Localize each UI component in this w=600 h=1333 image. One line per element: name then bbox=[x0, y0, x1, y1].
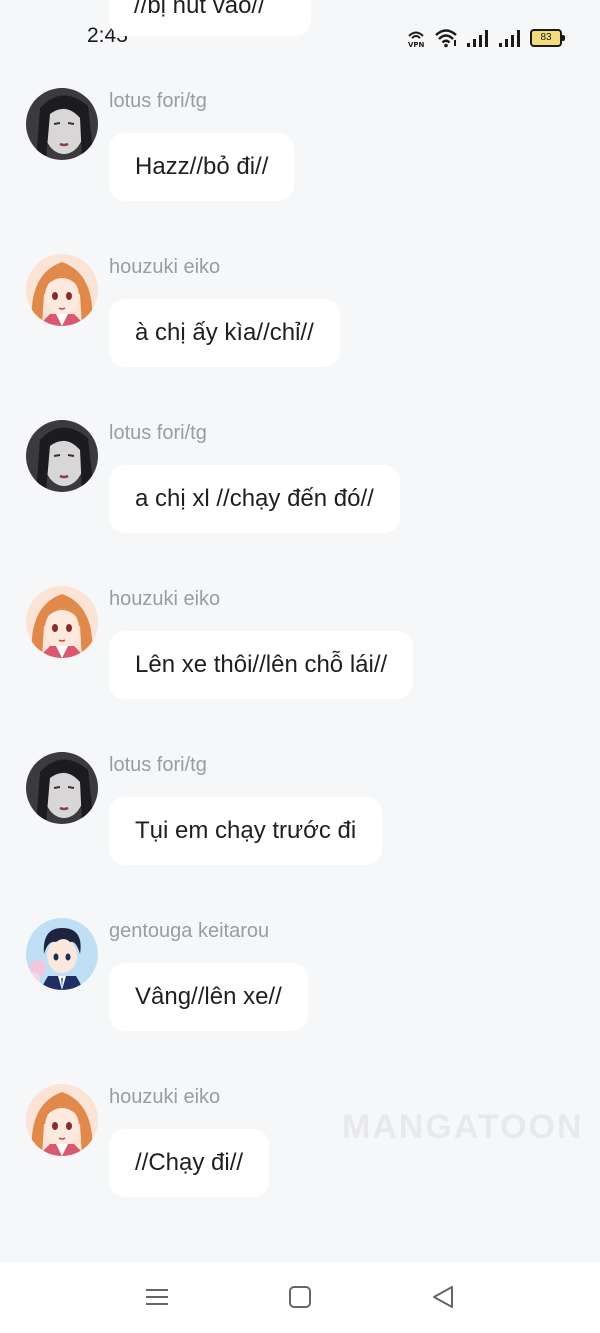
message-bubble[interactable]: Tụi em chạy trước đi bbox=[109, 797, 383, 865]
message-bubble[interactable]: a chị xl //chạy đến đó// bbox=[109, 465, 400, 533]
watermark-logo: MANGATOON bbox=[342, 1108, 584, 1146]
battery-level: 83 bbox=[540, 32, 552, 43]
message-text: //bị hút vào// bbox=[134, 0, 265, 19]
sender-name: gentouga keitarou bbox=[109, 920, 270, 942]
chat-message: gentouga keitarou Vâng//lên xe// bbox=[0, 918, 600, 1068]
message-bubble-partial[interactable]: //bị hút vào// bbox=[109, 0, 311, 36]
navigation-bar bbox=[0, 1262, 600, 1333]
chat-message: lotus fori/tg Hazz//bỏ đi// bbox=[0, 88, 600, 238]
chat-message: houzuki eiko Lên xe thôi//lên chỗ lái// bbox=[0, 586, 600, 736]
message-bubble[interactable]: //Chạy đi// bbox=[109, 1129, 270, 1197]
dark-hair-girl-avatar bbox=[26, 752, 98, 824]
message-bubble[interactable]: Vâng//lên xe// bbox=[109, 963, 308, 1031]
menu-icon[interactable] bbox=[142, 1282, 172, 1312]
sender-name: lotus fori/tg bbox=[109, 90, 207, 112]
message-bubble[interactable]: Hazz//bỏ đi// bbox=[109, 133, 295, 201]
chat-message: lotus fori/tg Tụi em chạy trước đi bbox=[0, 752, 600, 902]
svg-text:VPN: VPN bbox=[408, 41, 425, 48]
signal-icon bbox=[498, 28, 522, 48]
status-icons: VPN 83 bbox=[406, 26, 565, 50]
avatar[interactable] bbox=[26, 88, 98, 160]
sender-name: lotus fori/tg bbox=[109, 422, 207, 444]
orange-hair-girl-avatar bbox=[26, 254, 98, 326]
avatar[interactable] bbox=[26, 1084, 98, 1156]
vpn-icon: VPN bbox=[406, 28, 426, 48]
home-icon[interactable] bbox=[285, 1282, 315, 1312]
sender-name: houzuki eiko bbox=[109, 1086, 221, 1108]
message-bubble[interactable]: Lên xe thôi//lên chỗ lái// bbox=[109, 631, 414, 699]
orange-hair-girl-avatar bbox=[26, 1084, 98, 1156]
dark-hair-girl-avatar bbox=[26, 88, 98, 160]
avatar[interactable] bbox=[26, 420, 98, 492]
back-icon[interactable] bbox=[428, 1282, 458, 1312]
sender-name: houzuki eiko bbox=[109, 588, 221, 610]
dark-hair-girl-avatar bbox=[26, 420, 98, 492]
avatar[interactable] bbox=[26, 254, 98, 326]
dark-hair-boy-avatar bbox=[26, 918, 98, 990]
chat-message: houzuki eiko à chị ấy kìa//chỉ// bbox=[0, 254, 600, 404]
wifi-icon bbox=[434, 28, 458, 48]
battery-indicator: 83 bbox=[530, 29, 565, 47]
avatar[interactable] bbox=[26, 752, 98, 824]
message-bubble[interactable]: à chị ấy kìa//chỉ// bbox=[109, 299, 340, 367]
orange-hair-girl-avatar bbox=[26, 586, 98, 658]
avatar[interactable] bbox=[26, 586, 98, 658]
chat-message: houzuki eiko //Chạy đi// bbox=[0, 1084, 600, 1234]
sender-name: lotus fori/tg bbox=[109, 754, 207, 776]
sender-name: houzuki eiko bbox=[109, 256, 221, 278]
avatar[interactable] bbox=[26, 918, 98, 990]
signal-icon bbox=[466, 28, 490, 48]
chat-message: lotus fori/tg a chị xl //chạy đến đó// bbox=[0, 420, 600, 570]
